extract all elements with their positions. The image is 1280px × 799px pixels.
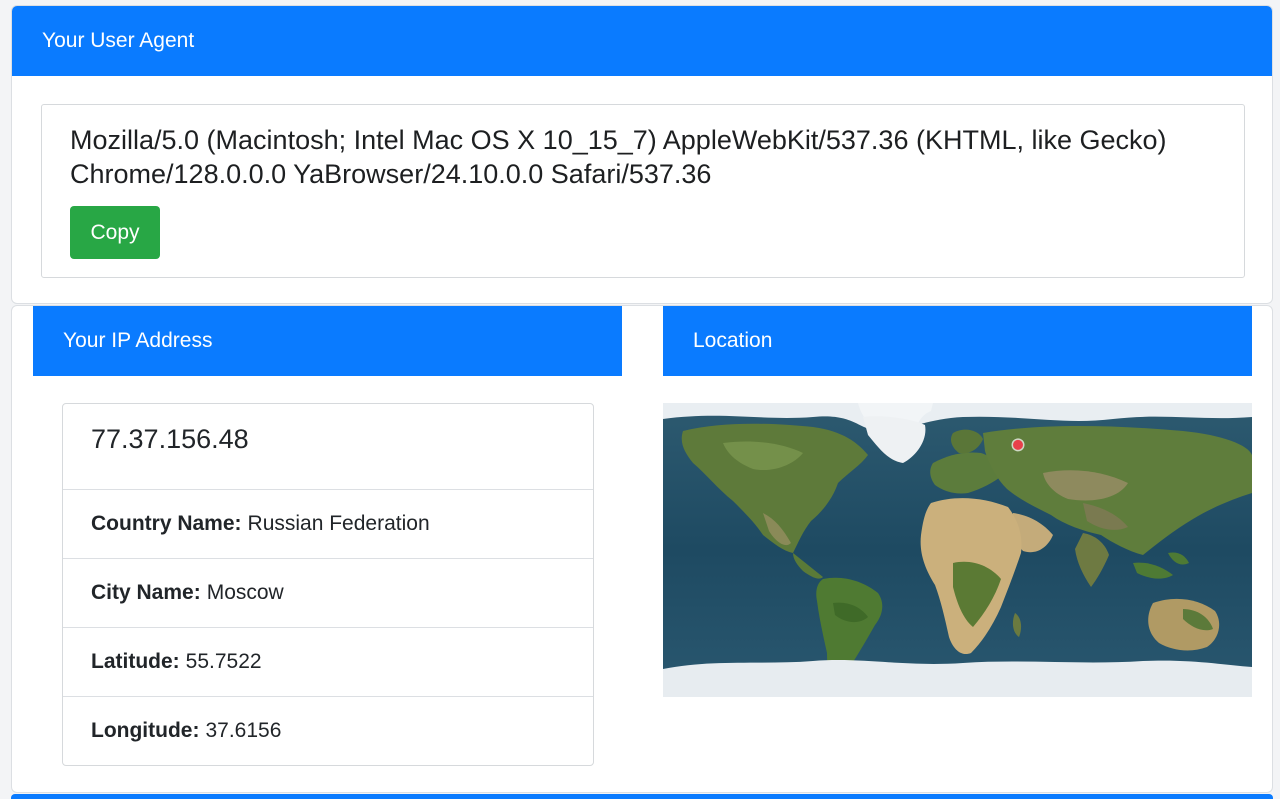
ip-address-value: 77.37.156.48: [63, 404, 593, 489]
city-value: Moscow: [206, 581, 284, 604]
longitude-row: Longitude: 37.6156: [63, 696, 593, 765]
ip-location-card: Your IP Address Location 77.37.156.48 Co…: [11, 305, 1273, 793]
city-row: City Name: Moscow: [63, 558, 593, 627]
user-agent-box: Mozilla/5.0 (Macintosh; Intel Mac OS X 1…: [41, 104, 1245, 278]
ip-address-text: 77.37.156.48: [91, 424, 249, 454]
location-header: Location: [663, 306, 1252, 376]
user-agent-string: Mozilla/5.0 (Macintosh; Intel Mac OS X 1…: [70, 125, 1167, 189]
user-agent-title: Your User Agent: [42, 29, 195, 52]
latitude-row: Latitude: 55.7522: [63, 627, 593, 696]
next-card-header-edge: [11, 794, 1273, 799]
longitude-label: Longitude:: [91, 719, 200, 742]
location-title: Location: [693, 329, 773, 352]
country-label: Country Name:: [91, 512, 242, 535]
latitude-value: 55.7522: [185, 650, 262, 673]
latitude-label: Latitude:: [91, 650, 180, 673]
country-row: Country Name: Russian Federation: [63, 489, 593, 558]
user-agent-header: Your User Agent: [12, 6, 1272, 76]
ip-details-list: 77.37.156.48 Country Name: Russian Feder…: [62, 403, 594, 766]
ip-address-title: Your IP Address: [63, 329, 213, 352]
longitude-value: 37.6156: [205, 719, 282, 742]
ip-address-header: Your IP Address: [33, 306, 622, 376]
copy-button[interactable]: Copy: [70, 206, 160, 259]
country-value: Russian Federation: [247, 512, 430, 535]
world-map-image: [663, 403, 1252, 697]
world-map[interactable]: [663, 403, 1252, 697]
user-agent-card: Your User Agent Mozilla/5.0 (Macintosh; …: [11, 5, 1273, 304]
location-marker[interactable]: [1011, 438, 1025, 452]
city-label: City Name:: [91, 581, 201, 604]
